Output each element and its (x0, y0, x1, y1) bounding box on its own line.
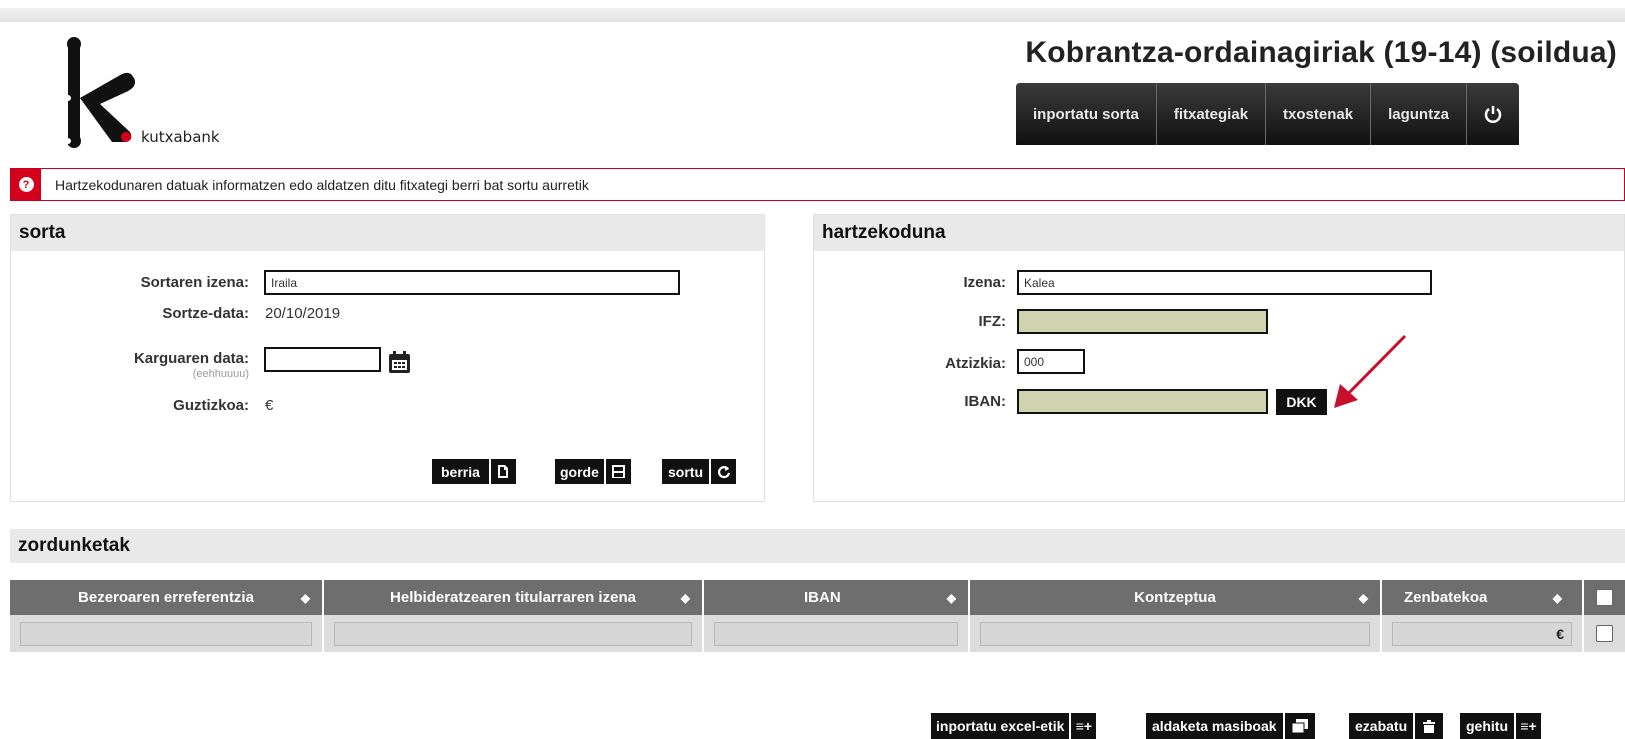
trash-icon (1413, 713, 1443, 739)
nav-files[interactable]: fitxategiak (1156, 83, 1267, 145)
currency-symbol: € (1556, 625, 1564, 642)
page-title: Kobrantza-ordainagiriak (19-14) (soildua… (1025, 36, 1617, 69)
sort-icon: ◆ (1552, 590, 1562, 605)
sort-icon: ◆ (300, 590, 310, 605)
bulk-changes-button[interactable]: aldaketa masiboak (1146, 713, 1315, 739)
bulk-changes-label: aldaketa masiboak (1152, 718, 1277, 734)
debits-title: zordunketak (10, 529, 1625, 563)
suffix-input[interactable] (1017, 349, 1085, 374)
batch-name-label: Sortaren izena: (140, 274, 249, 291)
delete-label: ezabatu (1355, 718, 1408, 734)
save-button-label: gorde (560, 463, 599, 480)
create-button-label: sortu (668, 463, 703, 480)
select-all-cell (1584, 580, 1625, 615)
total-label: Guztizkoa: (173, 397, 249, 414)
iban-input[interactable] (1017, 389, 1268, 414)
save-icon (603, 459, 631, 484)
column-holder-name[interactable]: Helbideratzearen titularraren izena ◆ (324, 580, 704, 615)
alert-text: Hartzekodunaren datuak informatzen edo a… (55, 176, 589, 193)
column-amount[interactable]: Zenbatekoa ◆ (1382, 580, 1584, 615)
column-customer-ref[interactable]: Bezeroaren erreferentzia ◆ (10, 580, 324, 615)
suffix-label: Atzizkia: (945, 355, 1006, 372)
debits-table-header: Bezeroaren erreferentzia ◆ Helbideratzear… (10, 580, 1625, 615)
list-add-icon: ≡+ (1514, 713, 1541, 739)
logo-text: kutxabank (141, 128, 220, 146)
sort-icon: ◆ (1358, 590, 1368, 605)
creditor-title: hartzekoduna (814, 215, 1624, 251)
sorta-title: sorta (11, 215, 764, 251)
creation-date-label: Sortze-data: (162, 305, 249, 322)
column-concept[interactable]: Kontzeptua ◆ (970, 580, 1382, 615)
new-button[interactable]: berria (432, 459, 516, 484)
nav-help[interactable]: laguntza (1371, 83, 1467, 145)
top-bar (0, 8, 1625, 22)
create-button[interactable]: sortu (662, 459, 736, 484)
charge-date-label: Karguaren data: (133, 350, 249, 367)
batch-name-input[interactable] (264, 270, 680, 295)
iban-label: IBAN: (964, 393, 1006, 410)
filter-row: € (10, 615, 1625, 652)
filter-concept[interactable] (980, 621, 1370, 646)
charge-date-hint: (eehhuuuu) (192, 368, 249, 380)
nav-reports[interactable]: txostenak (1266, 83, 1372, 145)
select-all-checkbox[interactable] (1596, 589, 1613, 606)
delete-button[interactable]: ezabatu (1349, 713, 1444, 739)
row-checkbox[interactable] (1596, 625, 1613, 642)
creation-date-value: 20/10/2019 (265, 305, 341, 322)
sort-icon: ◆ (680, 590, 690, 605)
column-iban[interactable]: IBAN ◆ (704, 580, 970, 615)
arrow-annotation-icon (1334, 334, 1407, 408)
sort-icon: ◆ (946, 590, 956, 605)
power-icon (1484, 106, 1502, 123)
new-button-label: berria (441, 463, 480, 480)
import-excel-button[interactable]: inportatu excel-etik ≡+ (931, 713, 1097, 739)
logout-button[interactable] (1466, 83, 1519, 145)
alert-icon: ? (11, 169, 41, 200)
import-excel-label: inportatu excel-etik (936, 718, 1065, 734)
document-icon (488, 459, 516, 484)
filter-iban[interactable] (714, 621, 958, 646)
add-label: gehitu (1466, 718, 1508, 734)
copy-icon (1282, 713, 1315, 739)
filter-amount[interactable] (1392, 621, 1572, 646)
dkk-button[interactable]: DKK (1276, 389, 1327, 415)
ifz-input[interactable] (1017, 309, 1268, 334)
total-value: € (265, 397, 274, 414)
creditor-name-label: Izena: (963, 274, 1006, 291)
nav-import-batch[interactable]: inportatu sorta (1016, 83, 1157, 145)
add-button[interactable]: gehitu ≡+ (1460, 713, 1541, 739)
save-button[interactable]: gorde (555, 459, 631, 484)
list-add-icon: ≡+ (1069, 713, 1096, 739)
calendar-icon[interactable] (388, 351, 411, 374)
creditor-panel: hartzekoduna (813, 214, 1625, 502)
info-alert: ? Hartzekodunaren datuak informatzen edo… (10, 168, 1625, 201)
charge-date-input[interactable] (264, 347, 381, 372)
ifz-label: IFZ: (978, 313, 1007, 330)
filter-holder-name[interactable] (334, 621, 692, 646)
creditor-name-input[interactable] (1017, 270, 1432, 295)
filter-customer-ref[interactable] (20, 621, 312, 646)
refresh-icon (709, 459, 736, 484)
main-nav: inportatu sorta fitxategiak txostenak la… (1016, 83, 1519, 145)
